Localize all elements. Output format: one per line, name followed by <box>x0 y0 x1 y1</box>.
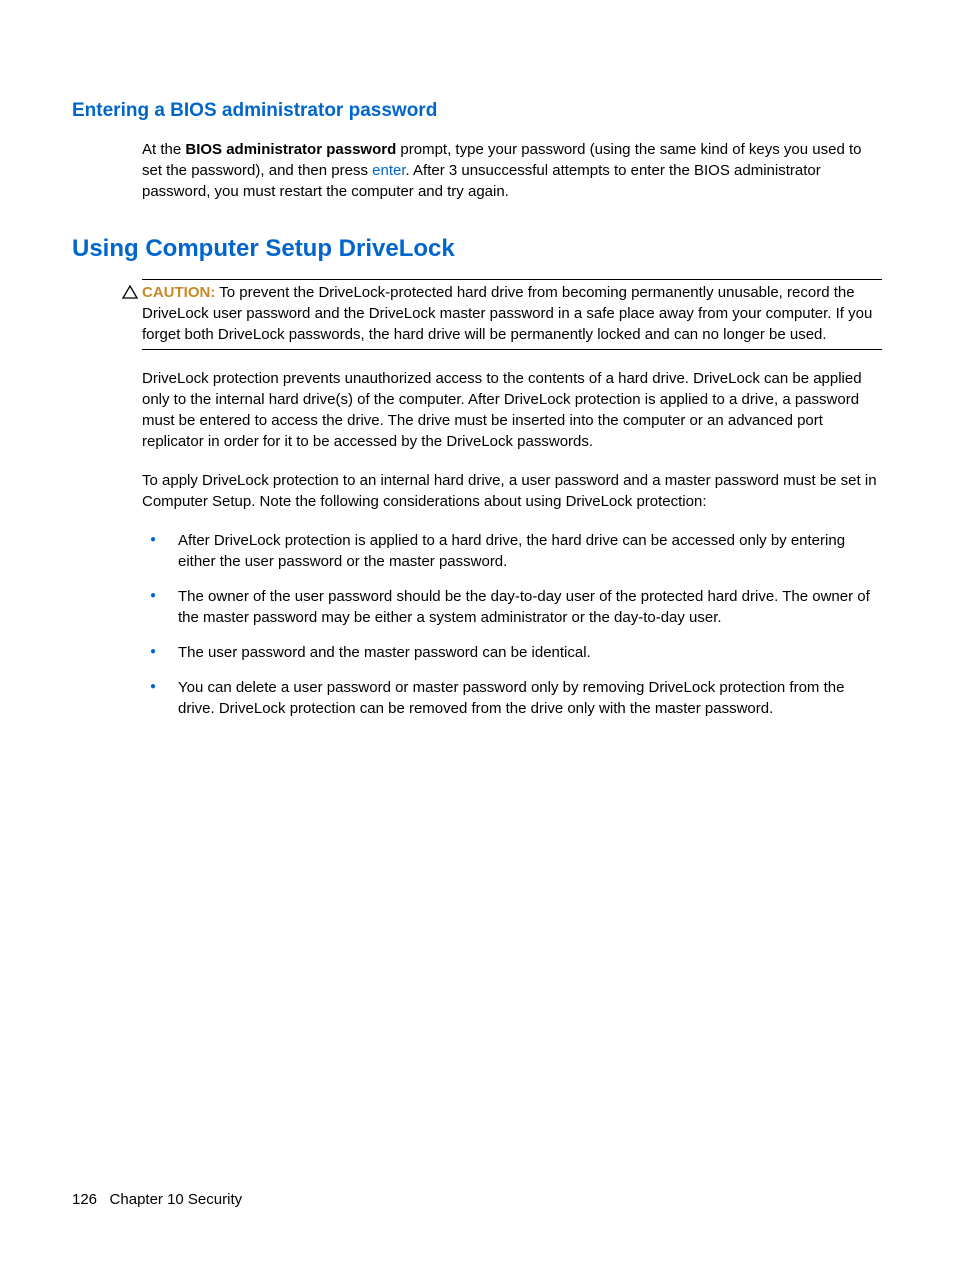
bold-text: BIOS administrator password <box>185 141 396 158</box>
list-item: You can delete a user password or master… <box>142 677 882 719</box>
page-footer: 126 Chapter 10 Security <box>72 1189 242 1210</box>
list-item: The owner of the user password should be… <box>142 586 882 628</box>
chapter-label: Chapter 10 Security <box>110 1191 243 1208</box>
caution-text: To prevent the DriveLock-protected hard … <box>142 284 872 343</box>
enter-link[interactable]: enter <box>372 162 405 179</box>
caution-label: CAUTION: <box>142 284 215 301</box>
section-heading-bios: Entering a BIOS administrator password <box>72 98 882 125</box>
drivelock-paragraph-1: DriveLock protection prevents unauthoriz… <box>142 368 882 452</box>
list-item: The user password and the master passwor… <box>142 642 882 663</box>
section-heading-drivelock: Using Computer Setup DriveLock <box>72 232 882 266</box>
caution-icon <box>122 284 138 305</box>
bios-paragraph: At the BIOS administrator password promp… <box>142 139 882 202</box>
bullet-list: After DriveLock protection is applied to… <box>142 530 882 719</box>
list-item: After DriveLock protection is applied to… <box>142 530 882 572</box>
caution-box: CAUTION: To prevent the DriveLock-protec… <box>142 279 882 350</box>
text-fragment: At the <box>142 141 185 158</box>
drivelock-paragraph-2: To apply DriveLock protection to an inte… <box>142 470 882 512</box>
page-number: 126 <box>72 1191 97 1208</box>
